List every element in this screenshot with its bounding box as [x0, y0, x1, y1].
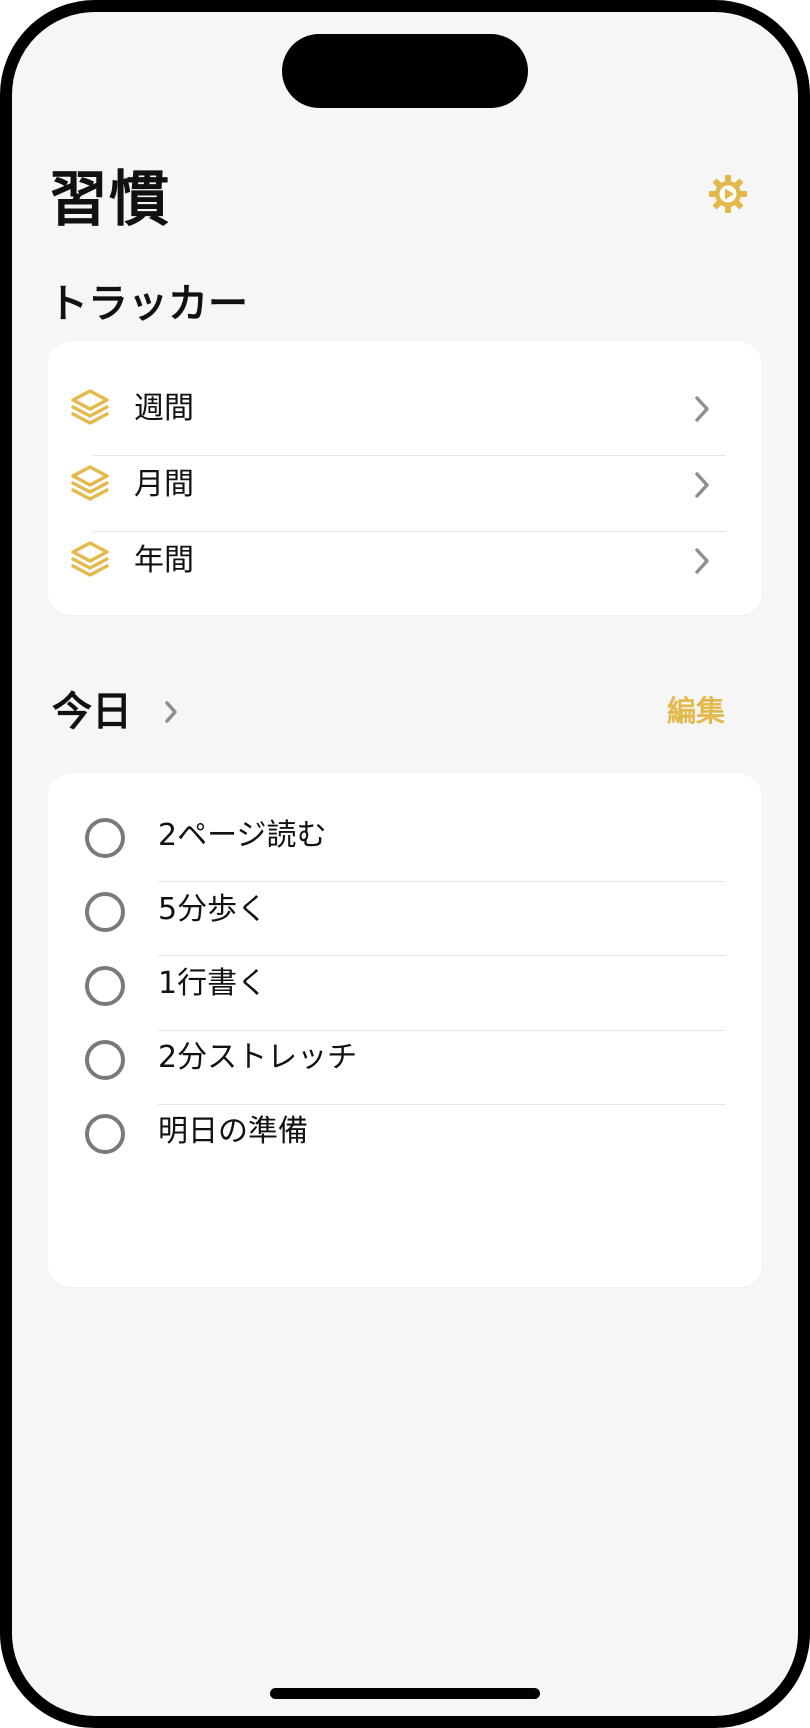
chevron-right-icon [695, 472, 709, 498]
edit-button[interactable]: 編集 [667, 697, 725, 726]
dynamic-island [282, 34, 528, 108]
stack-layers-icon [71, 541, 109, 577]
habit-item[interactable]: 明日の準備 [48, 1098, 762, 1172]
tracker-item-label: 週間 [134, 391, 194, 426]
stack-layers-icon [71, 465, 109, 501]
home-indicator[interactable] [270, 1688, 540, 1699]
tracker-item-yearly[interactable]: 年間 [48, 524, 762, 600]
habit-label: 2ページ読む [158, 818, 327, 853]
phone-frame: 習慣 トラッカー 週間 月間 年間 今日 編集 2ページ読む 5分歩く 1行書く… [0, 0, 810, 1728]
habit-item[interactable]: 5分歩く [48, 876, 762, 950]
habit-item[interactable]: 2分ストレッチ [48, 1024, 762, 1098]
gear-icon [709, 175, 747, 213]
habit-item[interactable]: 1行書く [48, 950, 762, 1024]
chevron-right-icon [695, 548, 709, 574]
tracker-item-weekly[interactable]: 週間 [48, 372, 762, 448]
habit-item[interactable]: 2ページ読む [48, 802, 762, 876]
habit-label: 5分歩く [158, 892, 268, 927]
habit-label: 1行書く [158, 966, 268, 1001]
settings-button[interactable] [704, 170, 752, 218]
tracker-item-label: 月間 [134, 467, 194, 502]
trackers-card: 週間 月間 年間 [48, 342, 762, 615]
tracker-item-label: 年間 [134, 543, 194, 578]
page-title: 習慣 [48, 165, 170, 235]
habits-card: 2ページ読む 5分歩く 1行書く 2分ストレッチ 明日の準備 [48, 774, 762, 1287]
chevron-right-icon [695, 396, 709, 422]
habit-label: 明日の準備 [158, 1114, 308, 1149]
checkbox-circle-icon[interactable] [85, 818, 125, 858]
checkbox-circle-icon[interactable] [85, 1114, 125, 1154]
habit-label: 2分ストレッチ [158, 1040, 358, 1075]
checkbox-circle-icon[interactable] [85, 966, 125, 1006]
stack-layers-icon [71, 389, 109, 425]
tracker-item-monthly[interactable]: 月間 [48, 448, 762, 524]
chevron-right-icon[interactable] [162, 698, 180, 726]
checkbox-circle-icon[interactable] [85, 1040, 125, 1080]
today-section-title[interactable]: 今日 [52, 692, 132, 732]
checkbox-circle-icon[interactable] [85, 892, 125, 932]
trackers-section-title: トラッカー [48, 281, 248, 327]
